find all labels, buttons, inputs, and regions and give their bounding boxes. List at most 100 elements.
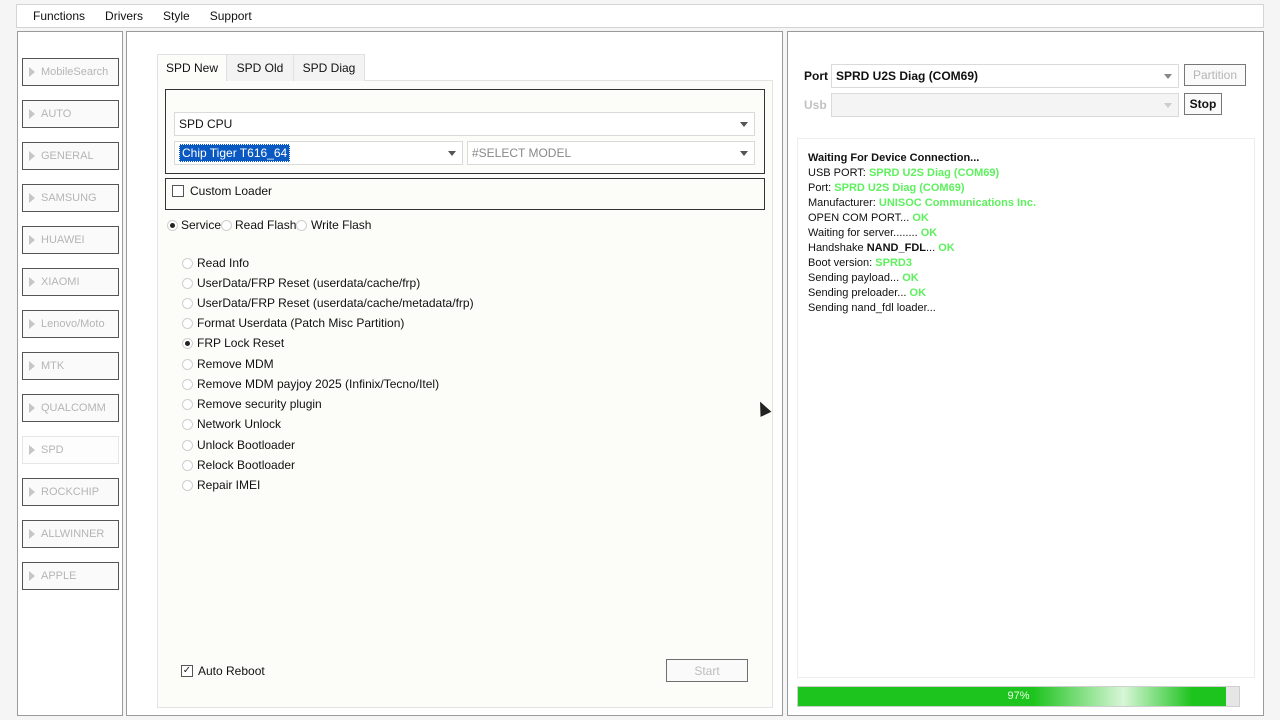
sidebar-item-mobilesearch[interactable]: MobileSearch [22,58,119,86]
model-select[interactable]: #SELECT MODEL [467,141,755,165]
sidebar-item-label: SAMSUNG [41,192,97,204]
sidebar-item-apple[interactable]: APPLE [22,562,119,590]
custom-loader-checkbox[interactable] [172,185,184,197]
model-placeholder: #SELECT MODEL [472,146,572,160]
sidebar: MobileSearch AUTO GENERAL SAMSUNG HUAWEI… [17,31,123,716]
log-segment: SPRD U2S Diag (COM69) [868,167,1000,179]
log-segment: SPRD U2S Diag (COM69) [834,182,965,194]
stop-button[interactable]: Stop [1184,93,1222,115]
cpu-platform-select[interactable]: SPD CPU [174,112,755,136]
sidebar-item-label: QUALCOMM [41,402,106,414]
chevron-down-icon [1164,74,1172,79]
cpu-platform-value: SPD CPU [179,117,233,131]
op-frp-lock-reset-radio[interactable] [182,338,193,349]
op-remove-mdm-payjoy-label: Remove MDM payjoy 2025 (Infinix/Tecno/It… [197,377,440,391]
sidebar-item-label: MobileSearch [41,66,109,78]
op-unlock-bootloader-radio[interactable] [182,440,193,451]
tab-spd-diag[interactable]: SPD Diag [293,54,365,81]
log-segment: Waiting for server........ [808,227,921,239]
op-repair-imei-radio[interactable] [182,480,193,491]
port-select[interactable]: SPRD U2S Diag (COM69) [831,64,1179,88]
log-segment: OK [902,272,919,284]
log-segment: Manufacturer: [808,197,879,209]
op-network-unlock-radio[interactable] [182,419,193,430]
log-segment: OK [912,212,929,224]
log-segment: OK [938,242,955,254]
progress-text: 97% [1007,690,1030,702]
partition-button[interactable]: Partition [1184,64,1246,86]
log-segment: Waiting For Device Connection... [808,152,980,164]
play-icon [29,361,35,371]
sidebar-item-huawei[interactable]: HUAWEI [22,226,119,254]
log-segment: Sending preloader... [808,287,910,299]
sidebar-item-lenovo-moto[interactable]: Lenovo/Moto [22,310,119,338]
op-remove-mdm-payjoy-radio[interactable] [182,379,193,390]
menu-functions[interactable]: Functions [23,9,95,23]
op-format-userdata-radio[interactable] [182,318,193,329]
sidebar-item-label: GENERAL [41,150,94,162]
tab-spd-old[interactable]: SPD Old [226,54,294,81]
auto-reboot-checkbox[interactable]: ✓ [181,665,193,677]
op-remove-security-plugin-label: Remove security plugin [197,397,322,411]
sidebar-item-label: ROCKCHIP [41,486,100,498]
log-line: OPEN COM PORT... OK [808,211,1254,226]
op-userdata-frp-reset-metadata-label: UserData/FRP Reset (userdata/cache/metad… [197,296,474,310]
port-value: SPRD U2S Diag (COM69) [836,69,979,83]
cpu-selection-group: SPD CPU Chip Tiger T616_64 #SELECT MODEL [165,89,765,174]
op-remove-mdm-label: Remove MDM [197,357,274,371]
sidebar-item-allwinner[interactable]: ALLWINNER [22,520,119,548]
op-remove-mdm-radio[interactable] [182,359,193,370]
sidebar-item-qualcomm[interactable]: QUALCOMM [22,394,119,422]
log-segment: Handshake [808,242,867,254]
log-segment: Boot version: [808,257,876,269]
op-format-userdata-label: Format Userdata (Patch Misc Partition) [197,316,405,330]
auto-reboot-label: Auto Reboot [198,664,265,678]
op-remove-security-plugin-radio[interactable] [182,399,193,410]
log-segment: OK [920,227,938,239]
sidebar-item-spd[interactable]: SPD [22,436,119,464]
log-segment: SPRD3 [875,257,912,269]
chevron-down-icon [740,151,748,156]
usb-label: Usb [804,98,827,112]
sidebar-item-label: XIAOMI [41,276,80,288]
log-segment: Sending nand_fdl loader... [808,302,936,314]
sidebar-item-label: SPD [41,444,64,456]
sidebar-item-mtk[interactable]: MTK [22,352,119,380]
sidebar-item-rockchip[interactable]: ROCKCHIP [22,478,119,506]
mode-write-flash-radio[interactable] [296,220,307,231]
tab-spd-new[interactable]: SPD New [157,54,227,81]
log-line: Waiting For Device Connection... [808,151,1254,166]
op-read-info-label: Read Info [197,256,250,270]
play-icon [29,319,35,329]
op-network-unlock-label: Network Unlock [197,417,282,431]
sidebar-item-xiaomi[interactable]: XIAOMI [22,268,119,296]
op-userdata-frp-reset-label: UserData/FRP Reset (userdata/cache/frp) [197,276,421,290]
op-relock-bootloader-radio[interactable] [182,460,193,471]
log-segment: Sending payload... [808,272,903,284]
sidebar-item-label: APPLE [41,570,77,582]
start-button[interactable]: Start [666,659,748,682]
chip-value: Chip Tiger T616_64 [179,144,291,162]
tab-content [157,80,773,708]
chip-select[interactable]: Chip Tiger T616_64 [174,141,463,165]
op-relock-bootloader-label: Relock Bootloader [197,458,296,472]
menu-drivers[interactable]: Drivers [95,9,153,23]
log-segment: NAND_FDL [866,242,926,254]
menu-style[interactable]: Style [153,9,200,23]
play-icon [29,487,35,497]
log-line: Manufacturer: UNISOC Communications Inc. [808,196,1254,211]
right-panel: Port SPRD U2S Diag (COM69) Partition Usb… [787,31,1264,716]
sidebar-item-label: AUTO [41,108,72,120]
op-userdata-frp-reset-radio[interactable] [182,278,193,289]
mode-read-flash-radio[interactable] [221,220,232,231]
sidebar-item-samsung[interactable]: SAMSUNG [22,184,119,212]
mode-service-radio[interactable] [167,220,178,231]
op-read-info-radio[interactable] [182,258,193,269]
op-userdata-frp-reset-metadata-radio[interactable] [182,298,193,309]
log-line: Waiting for server........ OK [808,226,1254,241]
sidebar-item-general[interactable]: GENERAL [22,142,119,170]
usb-select[interactable] [831,93,1179,117]
chevron-down-icon [740,122,748,127]
menu-support[interactable]: Support [200,9,262,23]
sidebar-item-auto[interactable]: AUTO [22,100,119,128]
